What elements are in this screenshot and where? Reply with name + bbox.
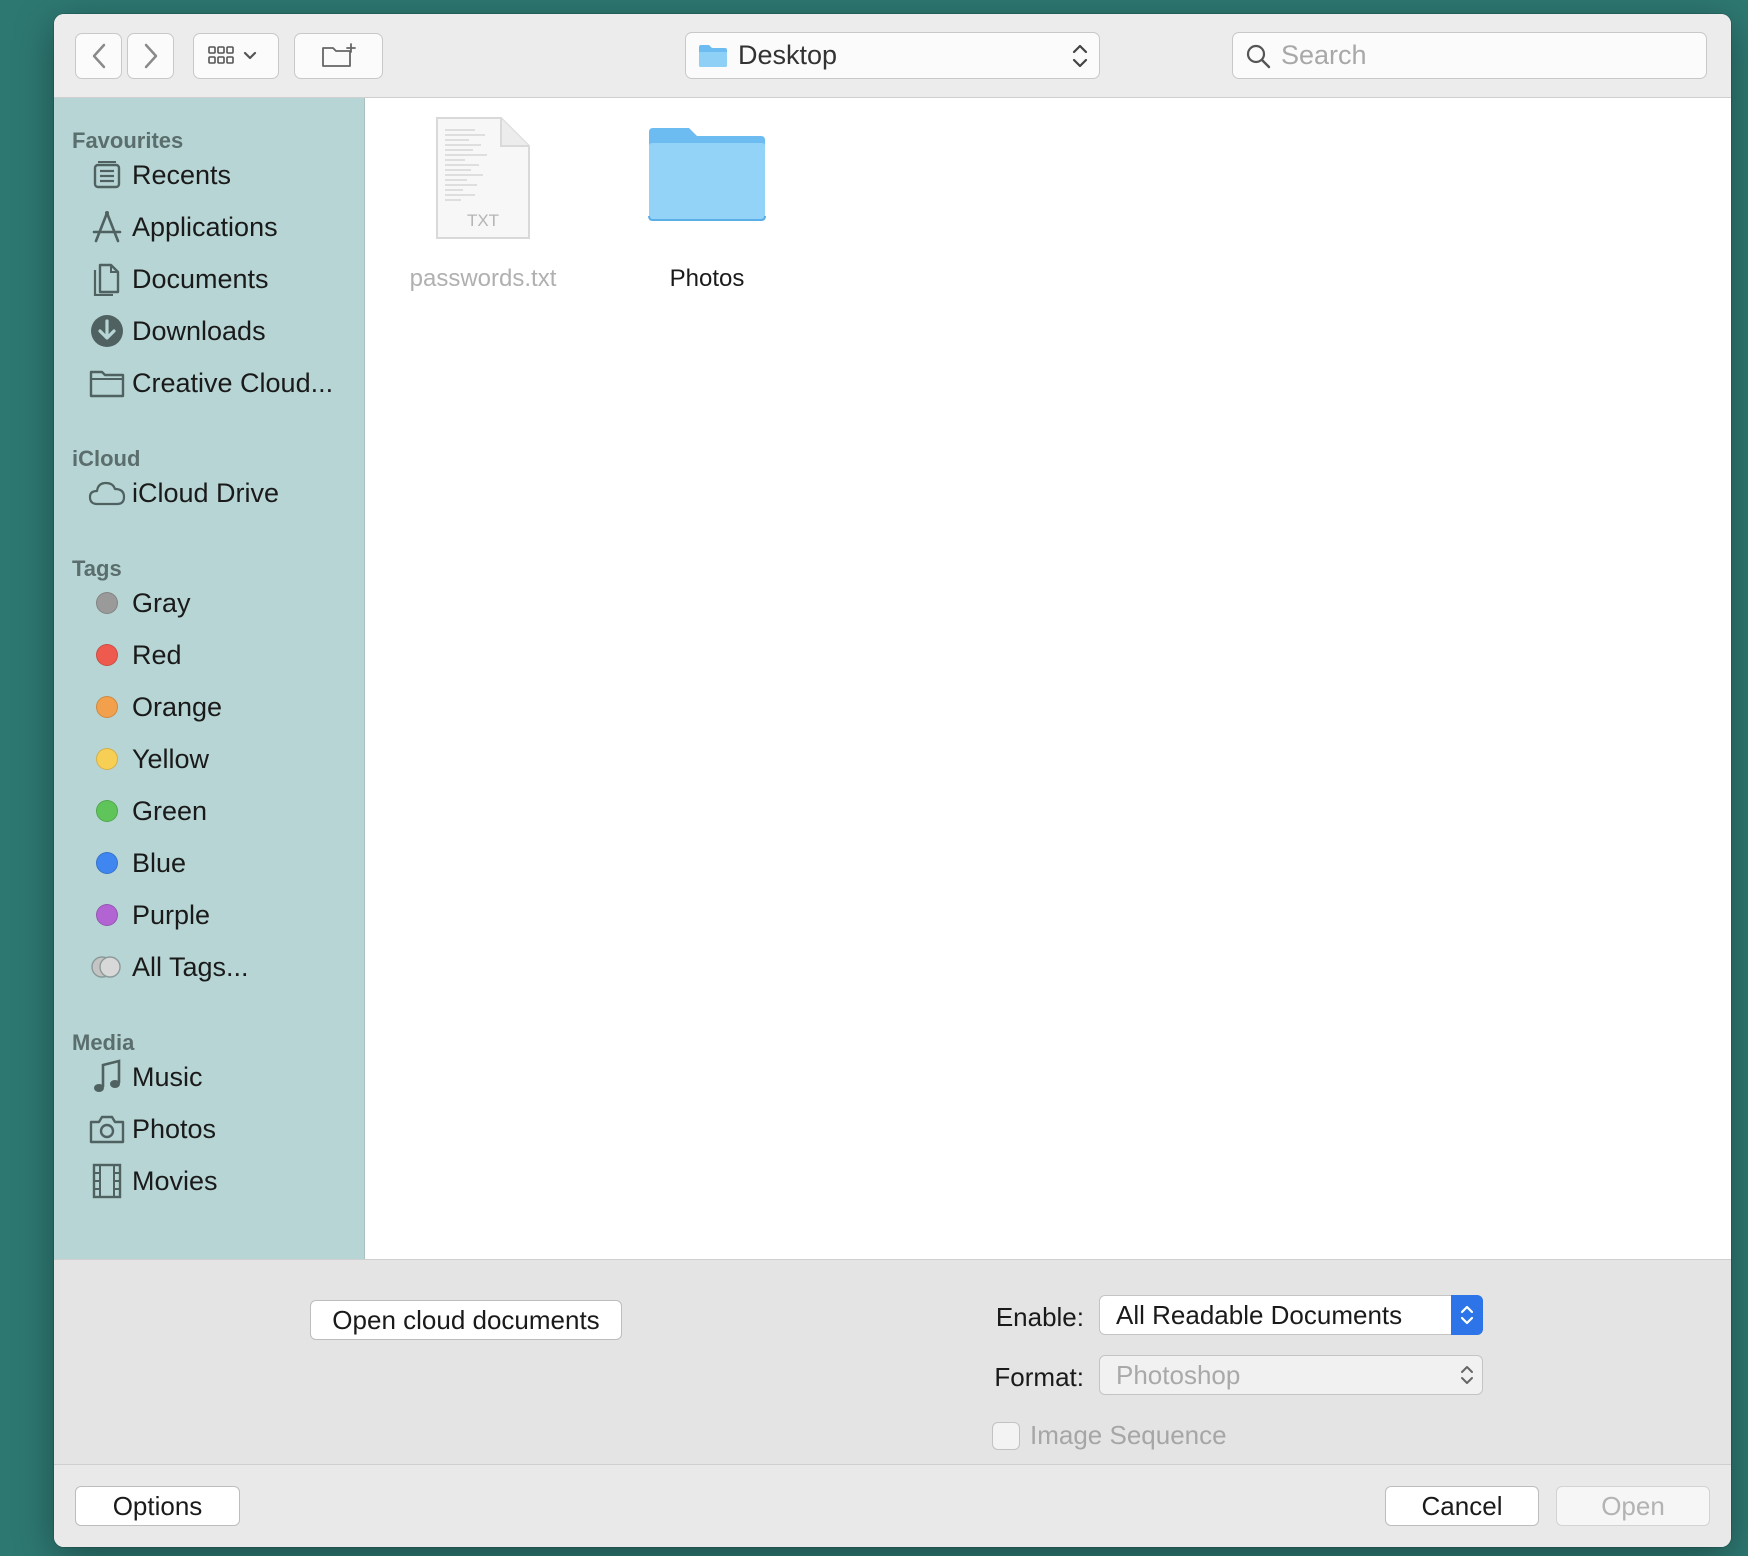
sidebar-item-label: Applications (132, 211, 278, 242)
forward-button[interactable] (127, 33, 174, 79)
sidebar-tag-gray[interactable]: Gray (88, 580, 358, 626)
tag-dot-yellow-icon (96, 748, 118, 770)
sidebar-item-label: Movies (132, 1165, 218, 1196)
back-button[interactable] (75, 33, 122, 79)
format-value: Photoshop (1116, 1359, 1241, 1390)
sidebar-item-label: Yellow (132, 743, 210, 774)
enable-value: All Readable Documents (1116, 1299, 1403, 1330)
sidebar-item-label: Downloads (132, 315, 266, 346)
image-sequence-option[interactable]: Image Sequence (992, 1420, 1227, 1451)
music-note-icon (88, 1058, 126, 1096)
accessory-panel: Open cloud documents Enable: All Readabl… (54, 1259, 1731, 1464)
search-field[interactable] (1232, 32, 1707, 79)
tag-dot-orange-icon (96, 696, 118, 718)
chevron-left-icon (92, 43, 105, 69)
sidebar-item-label: Recents (132, 159, 232, 190)
folder-icon (648, 128, 766, 221)
sidebar-item-label: Green (132, 795, 208, 826)
stepper-arrows-icon (1072, 44, 1088, 68)
text-document-icon: TXT (436, 117, 530, 239)
sidebar-item-downloads[interactable]: Downloads (88, 308, 358, 354)
documents-icon (88, 260, 126, 298)
tag-dot-green-icon (96, 800, 118, 822)
sidebar: Favourites Recents Applications Document… (54, 98, 365, 1259)
format-label: Format: (994, 1362, 1084, 1392)
icon-view-grid-icon (208, 46, 257, 64)
search-input[interactable] (1281, 40, 1681, 71)
sidebar-item-recents[interactable]: Recents (88, 152, 358, 198)
sidebar-tag-all-tags[interactable]: All Tags... (88, 944, 358, 990)
options-button[interactable]: Options (75, 1486, 240, 1526)
recents-icon (88, 156, 126, 194)
sidebar-item-label: Purple (132, 899, 211, 930)
format-popup[interactable]: Photoshop (1099, 1355, 1483, 1395)
sidebar-tag-green[interactable]: Green (88, 788, 358, 834)
sidebar-tag-purple[interactable]: Purple (88, 892, 358, 938)
popup-arrows-icon (1451, 1355, 1483, 1395)
film-icon (88, 1162, 126, 1200)
bottom-bar: Options Cancel Open (54, 1464, 1731, 1547)
sidebar-item-label: iCloud Drive (132, 477, 280, 508)
cancel-button[interactable]: Cancel (1385, 1486, 1539, 1526)
popup-arrows-icon (1451, 1295, 1483, 1335)
tag-dot-blue-icon (96, 852, 118, 874)
favourites-header: Favourites (72, 128, 184, 153)
downloads-icon (88, 312, 126, 350)
sidebar-item-label: Orange (132, 691, 223, 722)
toolbar: Desktop (54, 14, 1731, 98)
new-folder-button[interactable] (294, 33, 383, 79)
sidebar-item-label: All Tags... (132, 951, 249, 982)
tag-dot-purple-icon (96, 904, 118, 926)
open-file-dialog: Desktop Favourites Recents Applica (54, 14, 1731, 1547)
sidebar-item-label: Gray (132, 587, 191, 618)
sidebar-item-documents[interactable]: Documents (88, 256, 358, 302)
icloud-header: iCloud (72, 446, 141, 471)
file-item-passwords-txt[interactable]: TXT passwords.txt (383, 116, 583, 293)
tag-dot-gray-icon (96, 592, 118, 614)
file-name: Photos (669, 265, 745, 292)
chevron-right-icon (144, 43, 157, 69)
sidebar-item-label: Documents (132, 263, 269, 294)
media-header: Media (72, 1030, 135, 1055)
sidebar-item-label: Photos (132, 1113, 217, 1144)
image-sequence-label: Image Sequence (1030, 1420, 1227, 1450)
all-tags-icon (88, 948, 126, 986)
sidebar-item-label: Blue (132, 847, 187, 878)
sidebar-item-label: Red (132, 639, 182, 670)
sidebar-item-creative-cloud[interactable]: Creative Cloud... (88, 360, 358, 406)
sidebar-tag-red[interactable]: Red (88, 632, 358, 678)
sidebar-tag-yellow[interactable]: Yellow (88, 736, 358, 782)
cloud-icon (88, 474, 126, 512)
image-sequence-checkbox[interactable] (992, 1421, 1020, 1450)
applications-icon (88, 208, 126, 246)
enable-popup[interactable]: All Readable Documents (1099, 1295, 1483, 1335)
open-cloud-documents-button[interactable]: Open cloud documents (310, 1300, 622, 1340)
file-type-badge: TXT (467, 211, 499, 230)
sidebar-item-label: Creative Cloud... (132, 367, 334, 398)
view-mode-button[interactable] (193, 33, 279, 79)
sidebar-item-icloud-drive[interactable]: iCloud Drive (88, 470, 358, 516)
open-button[interactable]: Open (1556, 1486, 1710, 1526)
sidebar-item-movies[interactable]: Movies (88, 1158, 358, 1204)
sidebar-tag-orange[interactable]: Orange (88, 684, 358, 730)
location-label: Desktop (738, 40, 838, 70)
file-name: passwords.txt (409, 265, 557, 292)
search-icon (1246, 44, 1271, 68)
sidebar-item-applications[interactable]: Applications (88, 204, 358, 250)
camera-icon (88, 1110, 126, 1148)
sidebar-tag-blue[interactable]: Blue (88, 840, 358, 886)
location-popup[interactable]: Desktop (685, 32, 1100, 79)
folder-icon (88, 364, 126, 402)
sidebar-item-photos[interactable]: Photos (88, 1106, 358, 1152)
file-browser: TXT passwords.txt Photos (365, 98, 1731, 1259)
file-item-photos-folder[interactable]: Photos (607, 116, 807, 293)
tag-dot-red-icon (96, 644, 118, 666)
folder-icon (699, 44, 727, 67)
sidebar-item-music[interactable]: Music (88, 1054, 358, 1100)
new-folder-icon (321, 43, 356, 67)
enable-label: Enable: (995, 1302, 1084, 1332)
sidebar-item-label: Music (132, 1061, 203, 1092)
tags-header: Tags (72, 556, 122, 581)
